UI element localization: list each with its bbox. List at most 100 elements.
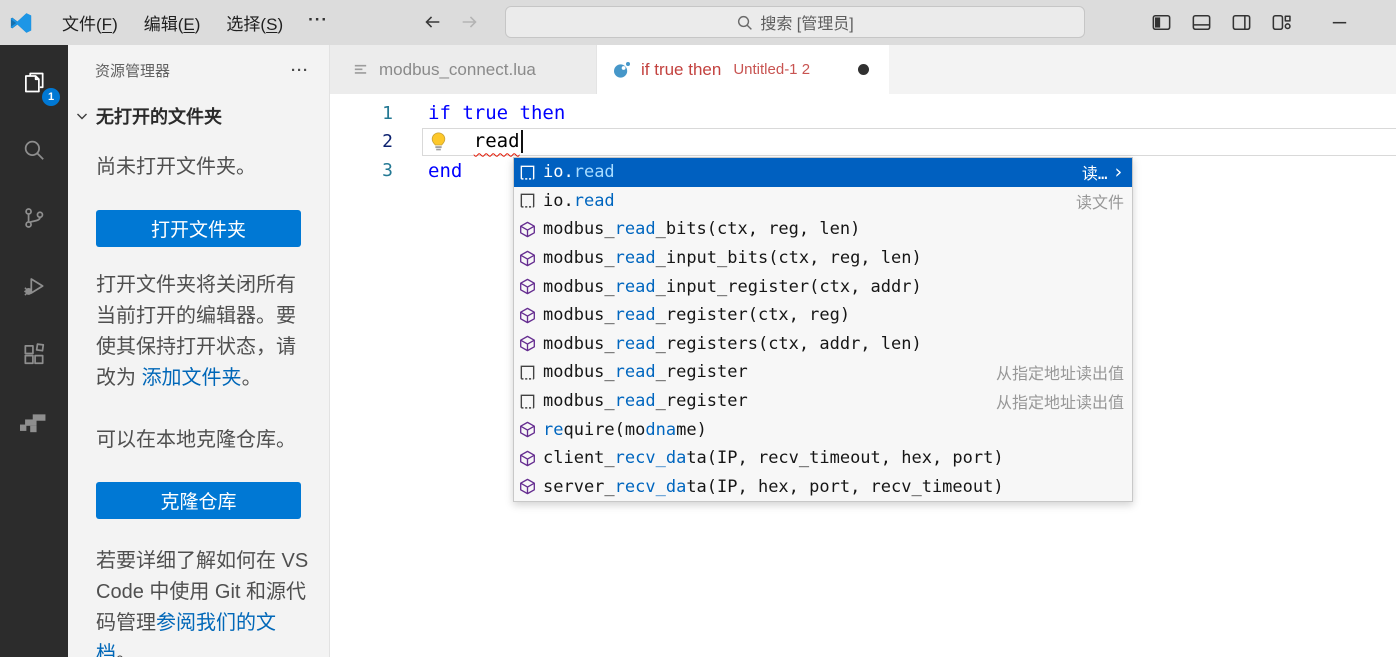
extensions-icon	[21, 341, 47, 367]
editor-group: modbus_connect.lua if true then Untitled…	[330, 45, 1396, 657]
suggestion-label: modbus_read_register	[543, 362, 748, 382]
suggestion-item-6[interactable]: modbus_read_registers(ctx, addr, len)	[514, 330, 1132, 359]
suggestion-detail: 从指定地址读出值	[984, 389, 1124, 413]
suggestion-label: modbus_read_input_register(ctx, addr)	[543, 277, 922, 297]
sidebar-more-actions-icon[interactable]: ···	[287, 62, 313, 79]
code-editor[interactable]: 1if true then2 read3end io.read读…›io.rea…	[330, 94, 1396, 657]
sidebar-explorer: 资源管理器 ··· 无打开的文件夹 尚未打开文件夹。 打开文件夹 打开文件夹将关…	[68, 45, 330, 657]
method-icon	[519, 450, 543, 467]
window-layout-controls	[1150, 11, 1351, 34]
git-doc-note: 若要详细了解如何在 VS Code 中使用 Git 和源代码管理参阅我们的文档。	[96, 546, 309, 657]
suggestion-label: modbus_read_registers(ctx, addr, len)	[543, 334, 922, 354]
suggestion-item-7[interactable]: modbus_read_register 从指定地址读出值	[514, 358, 1132, 387]
activity-item-custom-extension[interactable]	[10, 398, 58, 446]
activity-item-run-debug[interactable]	[10, 262, 58, 310]
line-number: 2	[330, 131, 393, 152]
no-folder-text: 尚未打开文件夹。	[96, 152, 309, 183]
line-content: if true then	[428, 102, 565, 124]
search-icon	[736, 14, 753, 31]
suggestion-item-1[interactable]: io.read 读文件	[514, 187, 1132, 216]
code-line-2[interactable]: 2 read	[330, 128, 1396, 157]
menu-more-icon[interactable]: ···	[296, 5, 340, 40]
suggestion-label: server_recv_data(IP, hex, port, recv_tim…	[543, 477, 1004, 497]
lightbulb-icon[interactable]	[428, 131, 449, 152]
file-lines-icon	[352, 61, 369, 78]
method-icon	[519, 250, 543, 267]
activity-item-extensions[interactable]	[10, 330, 58, 378]
back-arrow-icon[interactable]	[420, 10, 444, 34]
menu-item-2[interactable]: 选择(S)	[213, 5, 296, 40]
suggestion-label: modbus_read_register	[543, 391, 748, 411]
method-icon	[519, 478, 543, 495]
welcome-view: 尚未打开文件夹。 打开文件夹 打开文件夹将关闭所有当前打开的编辑器。要使其保持打…	[68, 152, 329, 657]
activity-item-explorer[interactable]: 1	[10, 58, 58, 106]
snippet-icon	[519, 192, 543, 209]
snippet-icon	[519, 393, 543, 410]
search-placeholder: 搜索 [管理员]	[760, 10, 853, 34]
menu-item-0[interactable]: 文件(F)	[49, 5, 131, 40]
tab-modbus-connect[interactable]: modbus_connect.lua	[330, 45, 597, 94]
snippet-icon	[519, 364, 543, 381]
history-nav	[420, 10, 482, 34]
sidebar-section-no-folder[interactable]: 无打开的文件夹	[74, 103, 329, 129]
suggestion-detail: 读…	[1070, 160, 1108, 184]
workbench: 1 资源管理器 ··· 无打开的文件夹 尚未打开文件夹。 打开文件夹 打开文件夹…	[0, 45, 1396, 657]
layout-sidebar-right-icon[interactable]	[1230, 11, 1253, 34]
minimize-icon[interactable]	[1328, 11, 1351, 34]
method-icon	[519, 335, 543, 352]
suggestion-item-4[interactable]: modbus_read_input_register(ctx, addr)	[514, 272, 1132, 301]
titlebar: 文件(F)编辑(E)选择(S)··· 搜索 [管理员]	[0, 0, 1396, 45]
vscode-window: 文件(F)编辑(E)选择(S)··· 搜索 [管理员] 1 资源管理器 ···	[0, 0, 1396, 657]
sidebar-section-label: 无打开的文件夹	[96, 103, 222, 129]
suggestion-item-8[interactable]: modbus_read_register 从指定地址读出值	[514, 387, 1132, 416]
read-more-chevron-icon[interactable]: ›	[1113, 163, 1124, 182]
line-content: end	[428, 160, 462, 182]
modified-dot-icon[interactable]	[858, 64, 869, 75]
suggestion-item-10[interactable]: client_recv_data(IP, recv_timeout, hex, …	[514, 444, 1132, 473]
clone-repo-text: 可以在本地克隆仓库。	[96, 425, 309, 456]
blocks-icon	[20, 410, 48, 434]
tab-bar: modbus_connect.lua if true then Untitled…	[330, 45, 1396, 94]
suggestion-label: require(modname)	[543, 420, 707, 440]
activity-item-source-control[interactable]	[10, 194, 58, 242]
command-center-search[interactable]: 搜索 [管理员]	[505, 6, 1085, 38]
suggestion-item-0[interactable]: io.read 读… ›	[514, 158, 1132, 187]
open-folder-button[interactable]: 打开文件夹	[96, 210, 301, 247]
tab-label: modbus_connect.lua	[379, 60, 536, 80]
method-icon	[519, 307, 543, 324]
suggestion-label: modbus_read_register(ctx, reg)	[543, 305, 850, 325]
layout-sidebar-left-icon[interactable]	[1150, 11, 1173, 34]
clone-repo-button[interactable]: 克隆仓库	[96, 482, 301, 519]
method-icon	[519, 421, 543, 438]
forward-arrow-icon[interactable]	[458, 10, 482, 34]
add-folder-link[interactable]: 添加文件夹	[142, 367, 242, 389]
lua-icon	[613, 61, 631, 79]
search-icon	[21, 137, 47, 163]
code-line-1[interactable]: 1 if true then	[330, 99, 1396, 128]
line-number: 1	[330, 103, 393, 124]
customize-layout-icon[interactable]	[1270, 11, 1293, 34]
suggestion-item-9[interactable]: require(modname)	[514, 415, 1132, 444]
suggestion-item-5[interactable]: modbus_read_register(ctx, reg)	[514, 301, 1132, 330]
suggestion-item-3[interactable]: modbus_read_input_bits(ctx, reg, len)	[514, 244, 1132, 273]
tab-label: if true then	[641, 60, 721, 80]
line-number: 3	[330, 160, 393, 181]
sidebar-title: 资源管理器	[95, 60, 170, 81]
method-icon	[519, 221, 543, 238]
suggestion-detail: 读文件	[1064, 189, 1124, 213]
menu-item-1[interactable]: 编辑(E)	[131, 5, 214, 40]
activity-bar: 1	[0, 45, 68, 657]
suggestion-label: io.read	[543, 162, 615, 182]
tab-untitled-1[interactable]: if true then Untitled-1 2	[597, 45, 889, 94]
suggestion-label: modbus_read_input_bits(ctx, reg, len)	[543, 248, 922, 268]
suggestion-item-2[interactable]: modbus_read_bits(ctx, reg, len)	[514, 215, 1132, 244]
suggestion-item-11[interactable]: server_recv_data(IP, hex, port, recv_tim…	[514, 473, 1132, 502]
suggestion-detail: 从指定地址读出值	[984, 360, 1124, 384]
tab-description: Untitled-1 2	[733, 61, 810, 78]
suggestion-label: modbus_read_bits(ctx, reg, len)	[543, 219, 860, 239]
layout-panel-icon[interactable]	[1190, 11, 1213, 34]
activity-item-search[interactable]	[10, 126, 58, 174]
suggestion-label: io.read	[543, 191, 615, 211]
suggestion-label: client_recv_data(IP, recv_timeout, hex, …	[543, 448, 1004, 468]
debug-icon	[21, 273, 47, 299]
